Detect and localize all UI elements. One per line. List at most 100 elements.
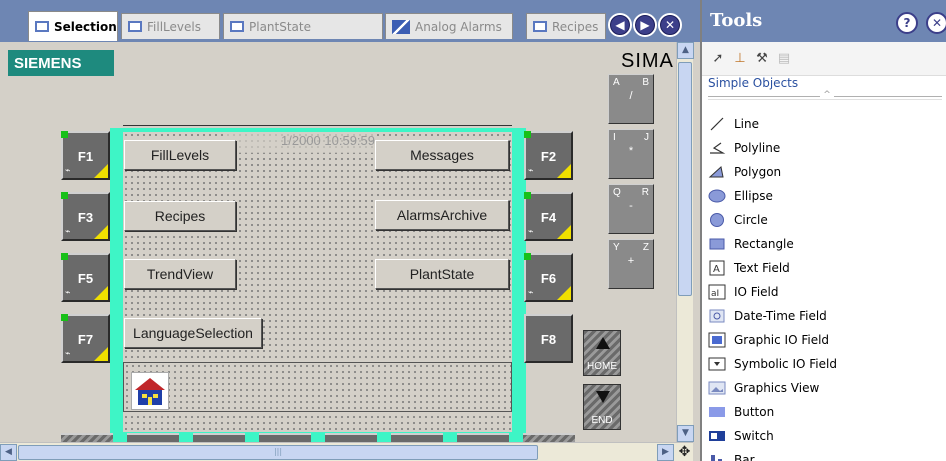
house-icon <box>135 378 165 405</box>
stamp-icon[interactable]: ⊥ <box>732 51 748 67</box>
graphics-view-icon <box>708 380 726 396</box>
bottom-key[interactable] <box>523 433 575 442</box>
scroll-thumb[interactable]: ||| <box>18 445 538 460</box>
tools-title: Tools <box>710 10 763 31</box>
date-time-field-icon <box>708 308 726 324</box>
tool-rectangle[interactable]: Rectangle <box>708 232 944 256</box>
keypad-key-ab[interactable]: A B / <box>608 74 654 124</box>
recipes-button[interactable]: Recipes <box>124 201 236 231</box>
function-key-f5[interactable]: F5 ⌁ <box>61 253 110 302</box>
tools-toolbar: ➚ ⊥ ⚒ ▤ <box>702 42 946 76</box>
function-key-f8[interactable]: F8 <box>524 314 573 363</box>
screen-title-fragment: SIMA <box>621 50 674 72</box>
connector-icon: ⌁ <box>528 227 534 237</box>
tool-io-field[interactable]: aI IO Field <box>708 280 944 304</box>
tab-plantstate[interactable]: PlantState <box>223 13 383 39</box>
tool-button[interactable]: Button <box>708 400 944 424</box>
home-button[interactable] <box>131 372 169 410</box>
end-key[interactable]: END <box>583 384 621 430</box>
connector-icon: ⌁ <box>65 288 71 298</box>
tool-symbolic-io-field[interactable]: Symbolic IO Field <box>708 352 944 376</box>
home-screen-area <box>123 362 512 412</box>
languageselection-button[interactable]: LanguageSelection <box>124 318 262 348</box>
scroll-right-button[interactable]: ▶ <box>657 444 674 461</box>
rectangle-icon <box>708 236 726 252</box>
tool-ellipse[interactable]: Ellipse <box>708 184 944 208</box>
horizontal-scrollbar[interactable]: ◀ ||| ▶ ✥ <box>0 442 693 461</box>
tool-polyline[interactable]: Polyline <box>708 136 944 160</box>
messages-button[interactable]: Messages <box>375 140 509 170</box>
connector-icon: ⌁ <box>528 288 534 298</box>
scroll-thumb[interactable] <box>678 62 692 296</box>
close-panel-button[interactable]: ✕ <box>926 12 946 34</box>
bottom-key[interactable] <box>127 433 179 442</box>
scroll-left-button[interactable]: ◀ <box>0 444 17 461</box>
hmi-screen-canvas[interactable]: SIEMENS SIMA 1/2000 10:59:59 F1 ⌁ F2 ⌁ F3 ⌁… <box>0 42 676 442</box>
tool-graphic-io-field[interactable]: Graphic IO Field <box>708 328 944 352</box>
bottom-key[interactable] <box>325 433 377 442</box>
keypad-key-qr[interactable]: QR- <box>608 184 654 234</box>
tool-circle[interactable]: Circle <box>708 208 944 232</box>
function-key-f7[interactable]: F7 ⌁ <box>61 314 110 363</box>
tool-date-time-field[interactable]: Date-Time Field <box>708 304 944 328</box>
home-key[interactable]: HOME <box>583 330 621 376</box>
screen-tab-bar: Selection FillLevels PlantState Analog A… <box>0 0 700 42</box>
siemens-logo: SIEMENS <box>8 50 114 76</box>
tab-label: Recipes <box>552 19 599 34</box>
filllevels-button[interactable]: FillLevels <box>124 140 236 170</box>
wrench-icon[interactable]: ⚒ <box>754 51 770 67</box>
function-key-f6[interactable]: F6 ⌁ <box>524 253 573 302</box>
screen-icon <box>533 21 547 32</box>
graphic-io-field-icon <box>708 332 726 348</box>
keypad-key-yz[interactable]: Y Z + <box>608 239 654 289</box>
screen-icon <box>35 21 49 32</box>
bottom-key[interactable] <box>61 433 113 442</box>
tool-bar[interactable]: Bar <box>708 448 944 461</box>
tool-line[interactable]: Line <box>708 112 944 136</box>
bottom-key[interactable] <box>193 433 245 442</box>
next-tab-button[interactable]: ▶ <box>633 13 657 37</box>
arrow-left-icon: ◀ <box>615 18 625 32</box>
bottom-key[interactable] <box>391 433 443 442</box>
trendview-button[interactable]: TrendView <box>124 259 236 289</box>
tab-selection[interactable]: Selection <box>28 11 118 41</box>
keypad-key-ij[interactable]: I J * <box>608 129 654 179</box>
tab-recipes[interactable]: Recipes <box>526 13 606 39</box>
date-time-field[interactable]: 1/2000 10:59:59 <box>225 133 375 153</box>
pointer-icon[interactable]: ➚ <box>710 51 726 67</box>
help-icon: ? <box>903 16 911 30</box>
plantstate-button[interactable]: PlantState <box>375 259 509 289</box>
connector-icon: ⌁ <box>528 166 534 176</box>
vertical-scrollbar[interactable]: ▲ ▼ <box>676 42 694 442</box>
simple-objects-group[interactable]: Simple Objects <box>708 76 798 90</box>
tab-filllevels[interactable]: FillLevels <box>121 13 220 39</box>
previous-tab-button[interactable]: ◀ <box>608 13 632 37</box>
tool-switch[interactable]: Switch <box>708 424 944 448</box>
help-button[interactable]: ? <box>896 12 918 34</box>
library-icon[interactable]: ▤ <box>776 51 792 67</box>
bottom-key[interactable] <box>457 433 509 442</box>
close-tab-button[interactable]: ✕ <box>658 13 682 37</box>
move-view-icon[interactable]: ✥ <box>676 444 693 461</box>
tool-polygon[interactable]: Polygon <box>708 160 944 184</box>
function-key-f4[interactable]: F4 ⌁ <box>524 192 573 241</box>
scroll-up-button[interactable]: ▲ <box>677 42 694 59</box>
function-key-f3[interactable]: F3 ⌁ <box>61 192 110 241</box>
alarmsarchive-button[interactable]: AlarmsArchive <box>375 200 509 230</box>
tool-list: Line Polyline Polygon Ellipse Circle Rec… <box>702 110 946 461</box>
bottom-key[interactable] <box>259 433 311 442</box>
button-icon <box>708 404 726 420</box>
tab-analog-alarms[interactable]: Analog Alarms <box>385 13 513 39</box>
scroll-down-button[interactable]: ▼ <box>677 425 694 442</box>
chevron-up-icon[interactable]: ^ <box>820 91 834 100</box>
tool-graphics-view[interactable]: Graphics View <box>708 376 944 400</box>
tool-text-field[interactable]: A Text Field <box>708 256 944 280</box>
text-field-icon: A <box>708 260 726 276</box>
tools-panel: Tools ? ✕ ➚ ⊥ ⚒ ▤ Simple Objects ^ Line … <box>700 0 946 461</box>
circle-icon <box>708 212 726 228</box>
symbolic-io-field-icon <box>708 356 726 372</box>
alarm-icon <box>392 19 410 34</box>
function-key-f1[interactable]: F1 ⌁ <box>61 131 110 180</box>
function-key-f2[interactable]: F2 ⌁ <box>524 131 573 180</box>
tools-header: Tools ? ✕ <box>702 0 946 42</box>
